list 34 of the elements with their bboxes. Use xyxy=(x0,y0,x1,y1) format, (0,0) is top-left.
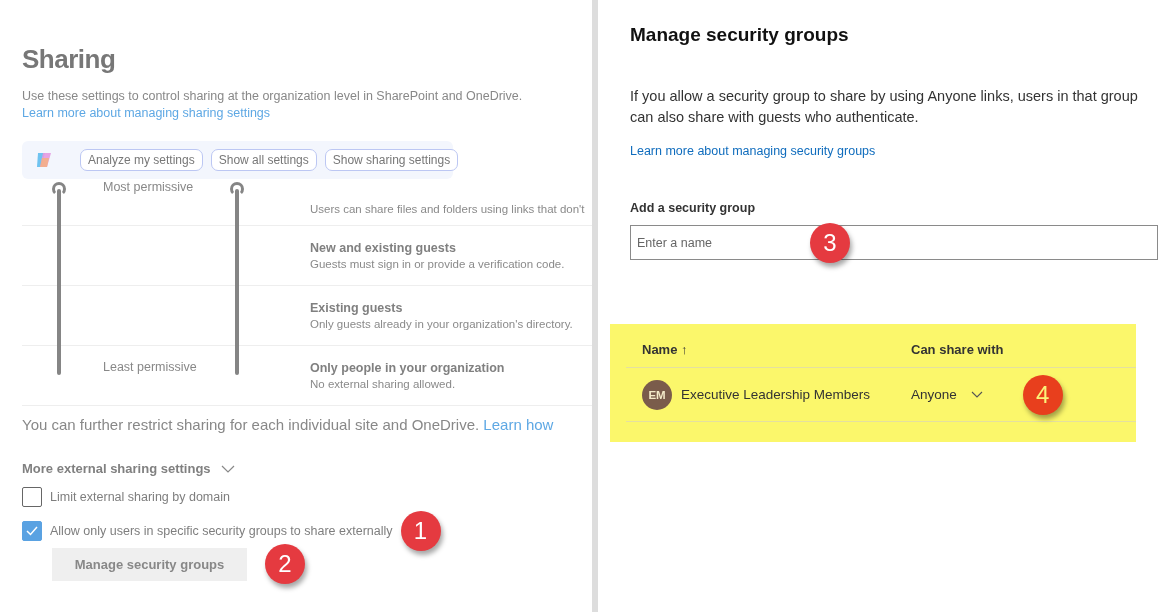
column-header: Can share with xyxy=(911,342,1004,357)
learn-more-link[interactable]: Learn more about managing sharing settings xyxy=(22,106,271,120)
level-title: Existing guests xyxy=(310,301,404,315)
slider-label: Most permissive xyxy=(103,180,194,194)
level-title: Only people in your organization xyxy=(310,361,506,375)
learn-more-link[interactable]: Learn more about managing security groups xyxy=(630,144,876,158)
page-title: Sharing xyxy=(22,44,117,75)
description: Use these settings to control sharing at the organization level in SharePoint and OneDrive. xyxy=(22,89,524,103)
step-badge: 3 xyxy=(810,223,850,263)
suggestion-button[interactable]: Analyze my settings xyxy=(80,149,203,171)
panel-title: Manage security groups xyxy=(630,24,850,46)
checkbox-label[interactable]: Limit external sharing by domain xyxy=(50,490,230,504)
suggestion-button[interactable]: Show sharing settings xyxy=(324,149,459,171)
level-description: Guests must sign in or provide a verification code. xyxy=(310,258,566,270)
slider-label: Least permissive xyxy=(103,360,197,374)
step-badge: 4 xyxy=(1022,374,1063,415)
learn-how-link[interactable]: Learn how xyxy=(483,416,554,433)
level-description: Users can share files and folders using links that don't xyxy=(310,203,586,215)
level-title: New and existing guests xyxy=(310,241,457,255)
section-toggle[interactable]: More external sharing settings xyxy=(22,461,211,476)
restrict-note: You can further restrict sharing for each individual site and OneDrive. Learn how xyxy=(22,416,555,433)
group-name: Executive Leadership Members xyxy=(681,387,872,402)
level-description: Only guests already in your organization's directory. xyxy=(310,318,574,330)
share-dropdown[interactable]: Anyone xyxy=(911,387,983,402)
field-label: Add a security group xyxy=(630,201,757,215)
panel-description: If you allow a security group to share by using Anyone links, users in that group can also share with guests who authenticate. xyxy=(630,87,1139,127)
checkbox-label[interactable]: Allow only users in specific security groups to share externally xyxy=(50,524,393,538)
avatar: EM xyxy=(642,379,672,410)
step-badge: 2 xyxy=(265,544,305,584)
step-badge: 1 xyxy=(400,511,441,551)
suggestion-button[interactable]: Show all settings xyxy=(210,149,317,171)
column-header[interactable]: Name ↑ xyxy=(642,342,911,357)
level-description: No external sharing allowed. xyxy=(310,378,457,390)
manage-groups-button[interactable]: Manage security groups xyxy=(52,547,247,581)
